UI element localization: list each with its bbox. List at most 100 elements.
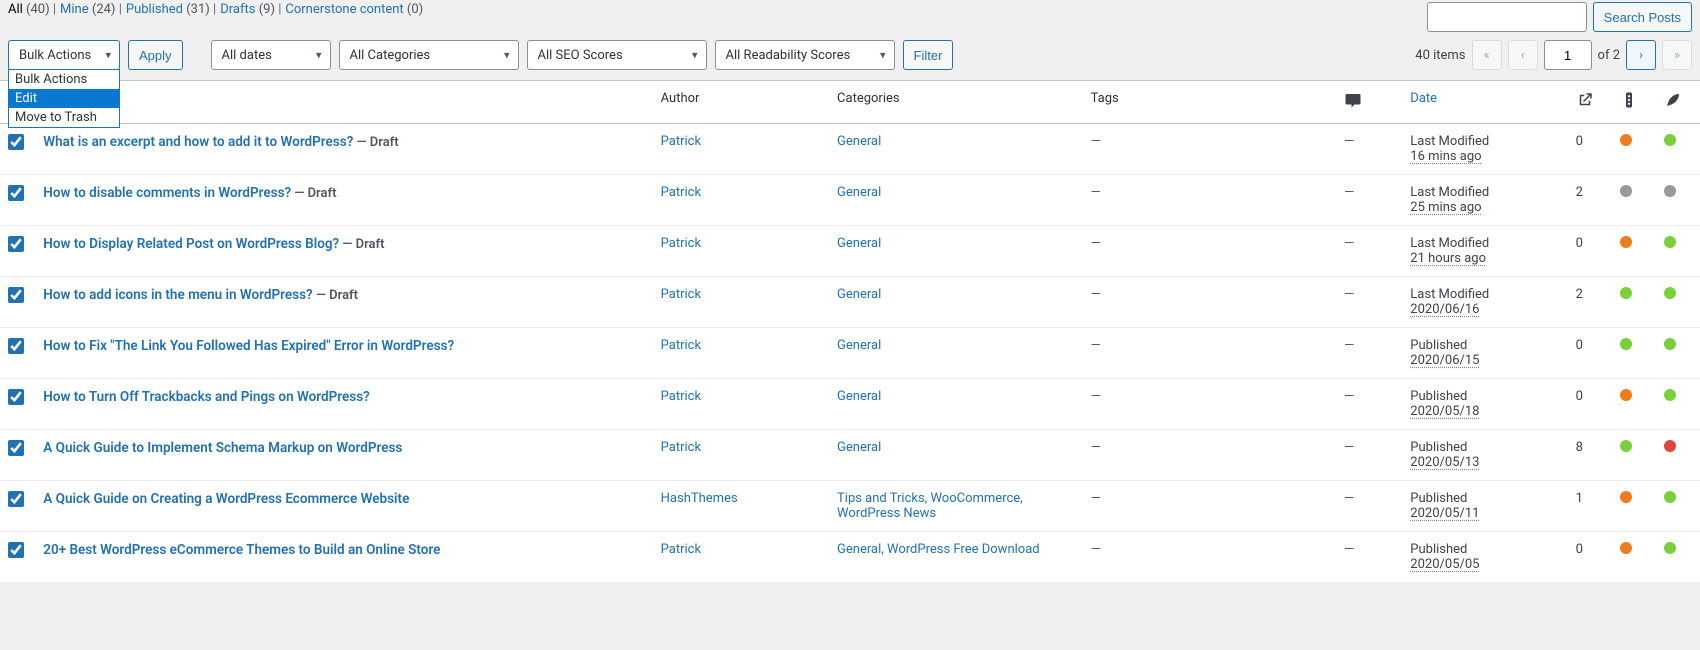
tags-value: — xyxy=(1091,491,1101,506)
seo-filter-select[interactable]: All SEO Scores▾ xyxy=(527,40,707,70)
comments-value: — xyxy=(1344,185,1354,200)
author-link[interactable]: Patrick xyxy=(661,440,701,455)
comments-value: — xyxy=(1344,542,1354,557)
category-link[interactable]: General xyxy=(837,236,881,251)
seo-score-dot xyxy=(1620,287,1632,299)
row-checkbox[interactable] xyxy=(8,134,24,150)
filter-cornerstone[interactable]: Cornerstone content (0) xyxy=(285,2,423,17)
category-link[interactable]: General xyxy=(837,134,881,149)
bulk-option-default[interactable]: Bulk Actions xyxy=(9,70,119,89)
seo-score-dot xyxy=(1620,440,1632,452)
bulk-option-trash[interactable]: Move to Trash xyxy=(9,108,119,127)
tags-value: — xyxy=(1091,338,1101,353)
column-categories[interactable]: Categories xyxy=(829,81,1083,124)
current-page-input[interactable] xyxy=(1544,40,1592,70)
bulk-actions-select[interactable]: Bulk Actions▾ Bulk Actions Edit Move to … xyxy=(8,40,120,70)
author-link[interactable]: Patrick xyxy=(661,185,701,200)
author-link[interactable]: HashThemes xyxy=(661,491,738,506)
column-author[interactable]: Author xyxy=(653,81,829,124)
links-count: 1 xyxy=(1576,491,1583,506)
links-count: 0 xyxy=(1576,134,1583,149)
apply-button[interactable]: Apply xyxy=(128,40,183,70)
chevron-down-icon: ▾ xyxy=(316,49,322,62)
category-link[interactable]: General xyxy=(837,440,881,455)
filter-published[interactable]: Published (31) xyxy=(126,2,210,17)
filter-all[interactable]: All (40) xyxy=(8,2,50,17)
seo-score-dot xyxy=(1620,185,1632,197)
table-row: How to disable comments in WordPress? — … xyxy=(0,175,1700,226)
column-comments[interactable] xyxy=(1336,81,1402,124)
filter-drafts[interactable]: Drafts (9) xyxy=(220,2,275,17)
date-status: Published xyxy=(1410,389,1467,404)
post-state: — Draft xyxy=(291,186,336,201)
search-input[interactable] xyxy=(1427,2,1587,32)
post-title-link[interactable]: How to disable comments in WordPress? xyxy=(43,185,291,201)
date-value: 16 mins ago xyxy=(1410,149,1481,164)
category-link[interactable]: General xyxy=(837,389,881,404)
table-row: A Quick Guide on Creating a WordPress Ec… xyxy=(0,481,1700,532)
date-filter-select[interactable]: All dates▾ xyxy=(211,40,331,70)
post-title-link[interactable]: How to Turn Off Trackbacks and Pings on … xyxy=(43,389,370,405)
items-count: 40 items xyxy=(1415,48,1465,63)
readability-score-dot xyxy=(1664,338,1676,350)
search-posts-button[interactable]: Search Posts xyxy=(1593,2,1692,32)
date-status: Last Modified xyxy=(1410,185,1489,200)
row-checkbox[interactable] xyxy=(8,185,24,201)
author-link[interactable]: Patrick xyxy=(661,287,701,302)
comments-value: — xyxy=(1344,287,1354,302)
row-checkbox[interactable] xyxy=(8,338,24,354)
tags-value: — xyxy=(1091,185,1101,200)
category-link[interactable]: Tips and Tricks, WooCommerce, WordPress … xyxy=(837,491,1023,521)
column-seo-score[interactable] xyxy=(1612,81,1656,124)
tags-value: — xyxy=(1091,542,1101,557)
readability-filter-select[interactable]: All Readability Scores▾ xyxy=(715,40,895,70)
category-link[interactable]: General xyxy=(837,287,881,302)
table-row: 20+ Best WordPress eCommerce Themes to B… xyxy=(0,532,1700,583)
author-link[interactable]: Patrick xyxy=(661,389,701,404)
chevron-down-icon: ▾ xyxy=(105,49,111,62)
row-checkbox[interactable] xyxy=(8,236,24,252)
row-checkbox[interactable] xyxy=(8,440,24,456)
filter-mine[interactable]: Mine (24) xyxy=(60,2,115,17)
author-link[interactable]: Patrick xyxy=(661,542,701,557)
readability-score-dot xyxy=(1664,134,1676,146)
bulk-option-edit[interactable]: Edit xyxy=(9,89,119,108)
date-status: Published xyxy=(1410,542,1467,557)
post-title-link[interactable]: How to Fix "The Link You Followed Has Ex… xyxy=(43,338,454,354)
category-link[interactable]: General, WordPress Free Download xyxy=(837,542,1040,557)
row-checkbox[interactable] xyxy=(8,542,24,558)
author-link[interactable]: Patrick xyxy=(661,236,701,251)
column-outgoing-links[interactable] xyxy=(1568,81,1612,124)
post-title-link[interactable]: 20+ Best WordPress eCommerce Themes to B… xyxy=(43,542,440,558)
post-title-link[interactable]: How to add icons in the menu in WordPres… xyxy=(43,287,312,303)
table-row: How to Turn Off Trackbacks and Pings on … xyxy=(0,379,1700,430)
category-link[interactable]: General xyxy=(837,185,881,200)
comments-value: — xyxy=(1344,440,1354,455)
page-first-button: « xyxy=(1472,40,1502,70)
readability-score-dot xyxy=(1664,287,1676,299)
column-readability-score[interactable] xyxy=(1656,81,1700,124)
filter-button[interactable]: Filter xyxy=(903,40,954,70)
date-status: Last Modified xyxy=(1410,134,1489,149)
post-title-link[interactable]: What is an excerpt and how to add it to … xyxy=(43,134,353,150)
post-title-link[interactable]: How to Display Related Post on WordPress… xyxy=(43,236,339,252)
column-date[interactable]: Date xyxy=(1410,91,1437,106)
tags-value: — xyxy=(1091,134,1101,149)
column-tags[interactable]: Tags xyxy=(1083,81,1337,124)
post-title-link[interactable]: A Quick Guide to Implement Schema Markup… xyxy=(43,440,402,456)
links-count: 0 xyxy=(1576,338,1583,353)
author-link[interactable]: Patrick xyxy=(661,338,701,353)
traffic-light-icon xyxy=(1620,91,1638,109)
row-checkbox[interactable] xyxy=(8,491,24,507)
category-filter-select[interactable]: All Categories▾ xyxy=(339,40,519,70)
table-row: A Quick Guide to Implement Schema Markup… xyxy=(0,430,1700,481)
author-link[interactable]: Patrick xyxy=(661,134,701,149)
feather-icon xyxy=(1664,91,1682,109)
row-checkbox[interactable] xyxy=(8,287,24,303)
row-checkbox[interactable] xyxy=(8,389,24,405)
links-count: 8 xyxy=(1576,440,1583,455)
post-title-link[interactable]: A Quick Guide on Creating a WordPress Ec… xyxy=(43,491,409,507)
category-link[interactable]: General xyxy=(837,338,881,353)
chevron-down-icon: ▾ xyxy=(504,49,510,62)
page-next-button[interactable]: › xyxy=(1626,40,1656,70)
